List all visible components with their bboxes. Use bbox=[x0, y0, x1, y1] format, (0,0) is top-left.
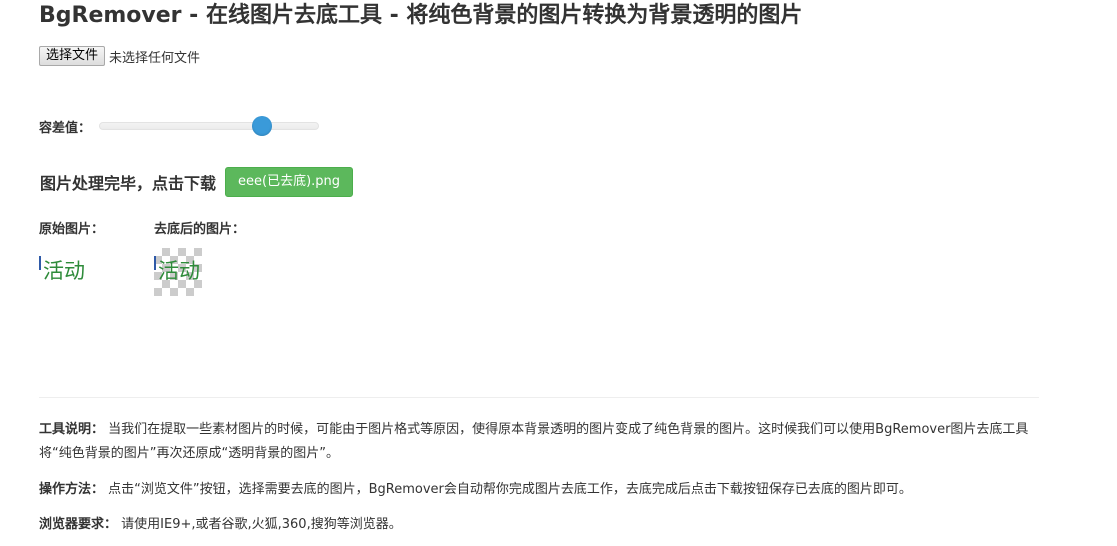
processed-image-text: 活动 bbox=[158, 259, 200, 283]
divider bbox=[39, 397, 1039, 398]
result-message: 图片处理完毕，点击下载 bbox=[40, 174, 217, 193]
processed-image: 活动 bbox=[154, 248, 202, 296]
browser-requirement: 浏览器要求： 请使用IE9+,或者谷歌,火狐,360,搜狗等浏览器。 bbox=[39, 513, 1039, 537]
processed-image-graphic: 活动 bbox=[154, 256, 200, 283]
original-image: 活动 bbox=[39, 256, 85, 283]
result-row: 图片处理完毕，点击下载 eee(已去底).png bbox=[40, 167, 354, 197]
description-label: 工具说明： bbox=[39, 422, 105, 437]
tolerance-slider[interactable] bbox=[99, 116, 320, 136]
slider-track[interactable] bbox=[99, 122, 320, 130]
file-input[interactable]: 选择文件 未选择任何文件 bbox=[39, 46, 200, 66]
tolerance-row: 容差值： bbox=[39, 116, 320, 136]
processed-image-label: 去底后的图片： bbox=[154, 222, 246, 237]
page: BgRemover - 在线图片去底工具 - 将纯色背景的图片转换为背景透明的图… bbox=[0, 0, 1117, 546]
tool-description: 工具说明： 当我们在提取一些素材图片的时候，可能由于图片格式等原因，使得原本背景… bbox=[39, 418, 1039, 466]
original-image-label: 原始图片： bbox=[39, 222, 105, 237]
browser-label: 浏览器要求： bbox=[39, 517, 118, 532]
method-label: 操作方法： bbox=[39, 482, 105, 497]
slider-handle[interactable] bbox=[251, 116, 272, 136]
choose-file-button[interactable]: 选择文件 bbox=[39, 46, 106, 66]
method-text: 点击“浏览文件”按钮，选择需要去底的图片，BgRemover会自动帮你完成图片去… bbox=[108, 482, 912, 497]
download-button[interactable]: eee(已去底).png bbox=[225, 167, 354, 197]
original-image-text: 活动 bbox=[43, 259, 85, 283]
description-text: 当我们在提取一些素材图片的时候，可能由于图片格式等原因，使得原本背景透明的图片变… bbox=[39, 422, 1029, 461]
browser-text: 请使用IE9+,或者谷歌,火狐,360,搜狗等浏览器。 bbox=[121, 517, 402, 532]
file-status-text: 未选择任何文件 bbox=[109, 50, 201, 66]
operation-method: 操作方法： 点击“浏览文件”按钮，选择需要去底的图片，BgRemover会自动帮… bbox=[39, 478, 1039, 502]
page-title: BgRemover - 在线图片去底工具 - 将纯色背景的图片转换为背景透明的图… bbox=[39, 3, 803, 28]
tolerance-label: 容差值： bbox=[39, 120, 92, 136]
